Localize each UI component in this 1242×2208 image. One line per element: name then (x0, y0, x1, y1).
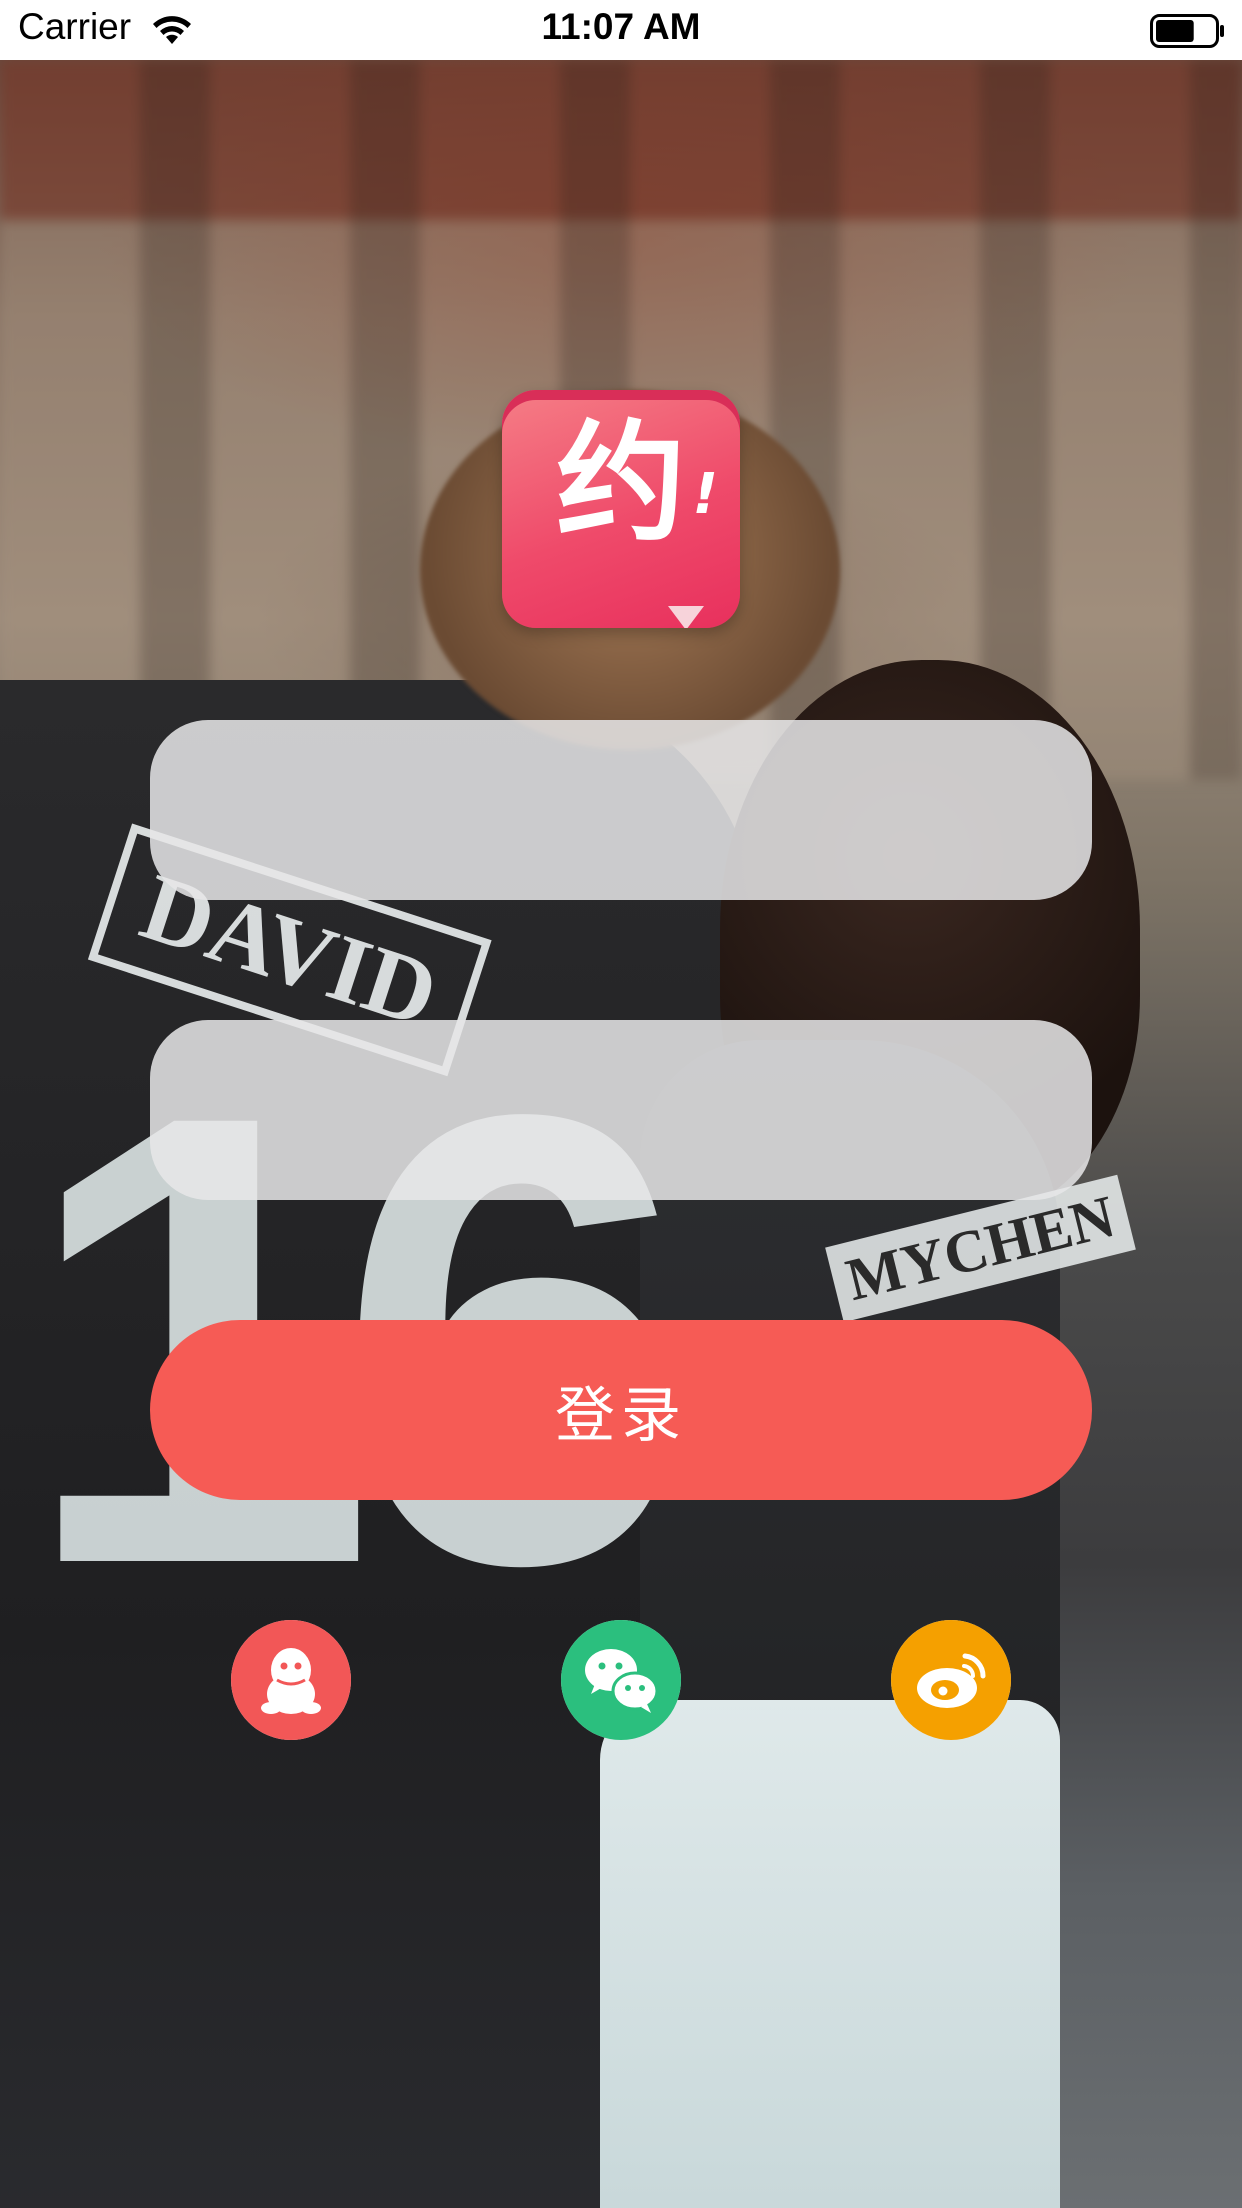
login-button[interactable]: 登录 (150, 1320, 1092, 1500)
qq-login-button[interactable] (231, 1620, 351, 1740)
logo-exclamation: ! (692, 462, 718, 527)
logo-speech-tail (668, 606, 704, 628)
login-screen: DAVID 16 MYCHEN Carrier 11:07 AM 约 ! 登录 (0, 0, 1242, 2208)
battery-icon (1150, 14, 1224, 48)
password-input[interactable] (150, 1020, 1092, 1200)
app-logo: 约 ! (502, 390, 740, 628)
clock: 11:07 AM (541, 6, 701, 47)
status-bar: Carrier 11:07 AM (0, 0, 1242, 60)
qq-penguin-icon (231, 1620, 351, 1740)
background-jeans (600, 1700, 1060, 2208)
battery-fill (1156, 20, 1194, 42)
weibo-login-button[interactable] (891, 1620, 1011, 1740)
wechat-icon (561, 1620, 681, 1740)
username-input[interactable] (150, 720, 1092, 900)
weibo-icon (891, 1620, 1011, 1740)
wechat-login-button[interactable] (561, 1620, 681, 1740)
